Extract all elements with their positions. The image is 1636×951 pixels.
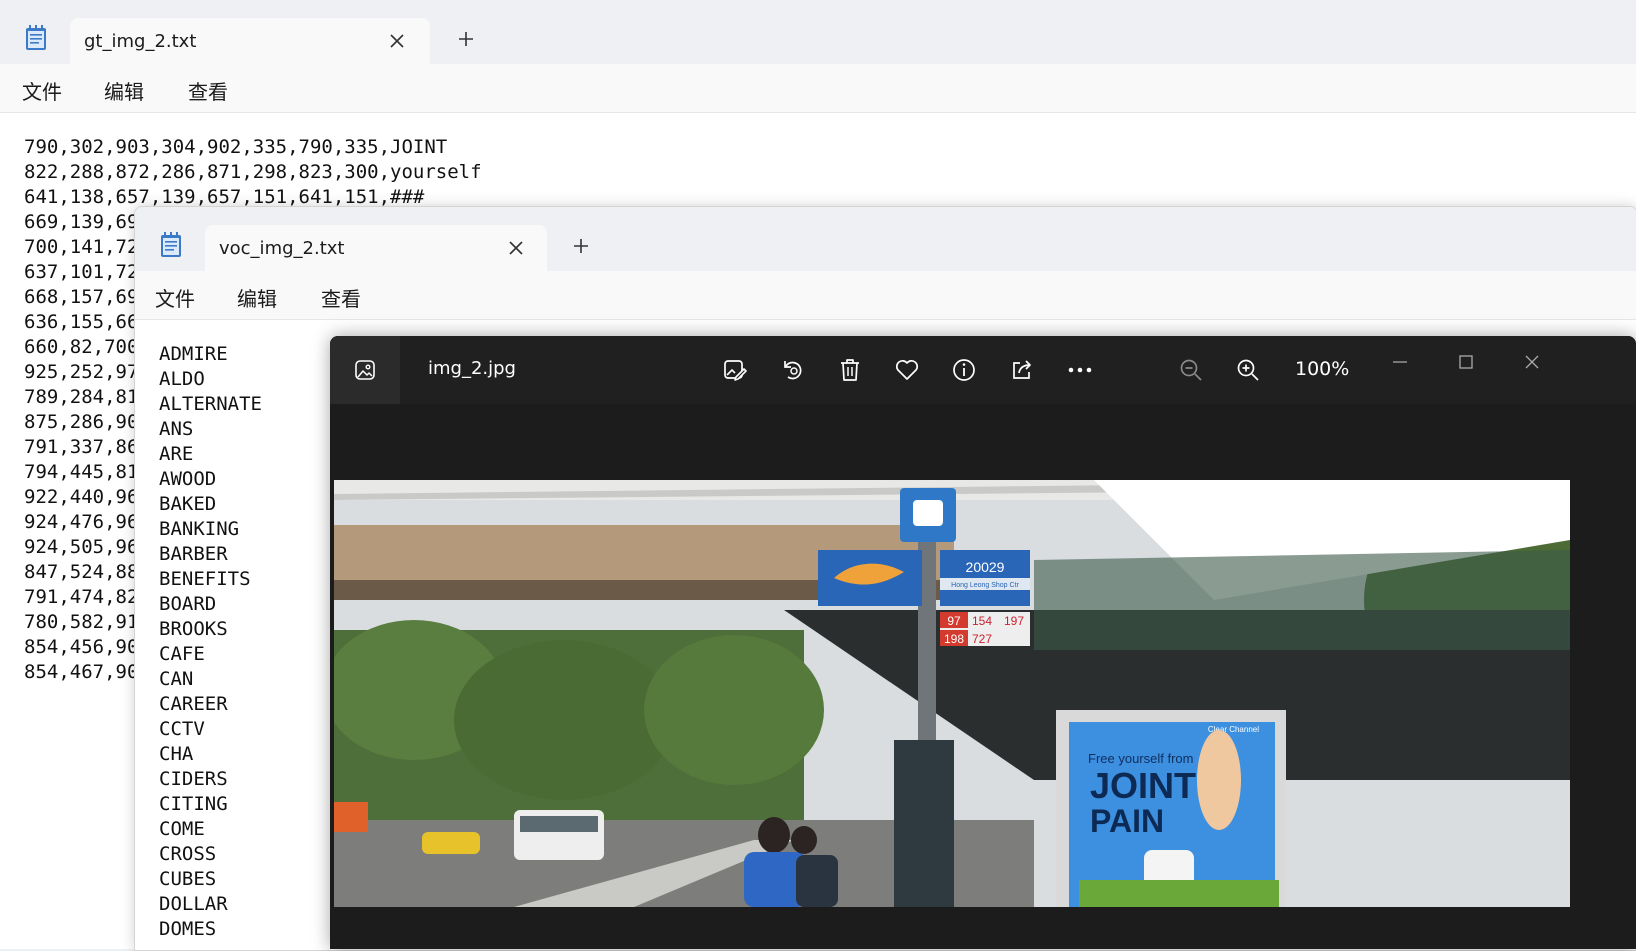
more-icon[interactable] bbox=[1066, 356, 1094, 384]
text-line: CROSS bbox=[159, 843, 217, 865]
text-line: CCTV bbox=[159, 718, 205, 740]
menu-edit[interactable]: 编辑 bbox=[104, 76, 144, 105]
minimize-button[interactable] bbox=[1380, 348, 1420, 376]
text-line: BROOKS bbox=[159, 618, 228, 640]
tab-strip: gt_img_2.txt bbox=[0, 0, 1636, 64]
menu-edit[interactable]: 编辑 bbox=[237, 283, 277, 312]
text-line: DOLLAR bbox=[159, 893, 228, 915]
menu-bar: 文件 编辑 查看 bbox=[135, 271, 1636, 320]
text-line: ARE bbox=[159, 443, 194, 465]
text-line: ANS bbox=[159, 418, 194, 440]
photo[interactable]: 20029 Hong Leong Shop Ctr 97 154 197 198… bbox=[334, 480, 1570, 907]
text-line: 822,288,872,286,871,298,823,300,yourself bbox=[24, 161, 482, 183]
ad-tagline: Free yourself from bbox=[1088, 751, 1193, 766]
tab-strip: voc_img_2.txt bbox=[135, 207, 1636, 271]
zoom-level[interactable]: 100% bbox=[1295, 358, 1349, 380]
text-line: ADMIRE bbox=[159, 343, 228, 365]
text-line: BAKED bbox=[159, 493, 217, 515]
text-line: CAN bbox=[159, 668, 194, 690]
ad-headline-2: PAIN bbox=[1090, 803, 1164, 839]
text-line: COME bbox=[159, 818, 205, 840]
text-line: ALTERNATE bbox=[159, 393, 262, 415]
text-line: DOMES bbox=[159, 918, 217, 940]
photos-title-bar: img_2.jpg 100% bbox=[330, 336, 1636, 404]
text-line: CITING bbox=[159, 793, 228, 815]
text-line: BOARD bbox=[159, 593, 217, 615]
maximize-button[interactable] bbox=[1446, 348, 1486, 376]
zoom-in-icon[interactable] bbox=[1234, 356, 1262, 384]
tab-label: voc_img_2.txt bbox=[219, 238, 345, 259]
text-line: ALDO bbox=[159, 368, 205, 390]
new-tab-button[interactable] bbox=[565, 229, 597, 261]
ad-headline-1: JOINT bbox=[1090, 765, 1196, 806]
menu-view[interactable]: 查看 bbox=[188, 76, 228, 105]
favorite-icon[interactable] bbox=[893, 356, 921, 384]
menu-file[interactable]: 文件 bbox=[22, 76, 62, 105]
text-line: BARBER bbox=[159, 543, 228, 565]
notepad-app-icon bbox=[22, 24, 50, 52]
text-line: CAREER bbox=[159, 693, 228, 715]
text-line: CHA bbox=[159, 743, 194, 765]
tab-gt-img-2[interactable]: gt_img_2.txt bbox=[70, 18, 430, 64]
menu-file[interactable]: 文件 bbox=[155, 283, 195, 312]
notepad-app-icon bbox=[157, 231, 185, 259]
bus-stop-code: 20029 bbox=[966, 559, 1005, 575]
text-line: 790,302,903,304,902,335,790,335,JOINT bbox=[24, 136, 448, 158]
rotate-icon[interactable] bbox=[779, 356, 807, 384]
share-icon[interactable] bbox=[1008, 356, 1036, 384]
close-tab-icon[interactable] bbox=[503, 235, 529, 261]
tab-voc-img-2[interactable]: voc_img_2.txt bbox=[205, 225, 547, 271]
photos-app-icon bbox=[330, 336, 400, 404]
photos-window: img_2.jpg 100% 20029 Hong Leong Shop Ctr… bbox=[330, 336, 1636, 949]
menu-bar: 文件 编辑 查看 bbox=[0, 64, 1636, 113]
route-197: 197 bbox=[1004, 614, 1024, 628]
info-icon[interactable] bbox=[950, 356, 978, 384]
text-line: CUBES bbox=[159, 868, 217, 890]
text-line: CAFE bbox=[159, 643, 205, 665]
close-button[interactable] bbox=[1512, 348, 1552, 376]
image-viewer: 20029 Hong Leong Shop Ctr 97 154 197 198… bbox=[330, 404, 1636, 949]
route-97: 97 bbox=[947, 614, 961, 628]
close-tab-icon[interactable] bbox=[384, 28, 410, 54]
tab-label: gt_img_2.txt bbox=[84, 31, 197, 52]
file-name: img_2.jpg bbox=[428, 358, 516, 379]
route-198: 198 bbox=[944, 632, 964, 646]
menu-view[interactable]: 查看 bbox=[321, 283, 361, 312]
text-content: ADMIRE ALDO ALTERNATE ANS ARE AWOOD BAKE… bbox=[159, 342, 262, 942]
text-line: BENEFITS bbox=[159, 568, 251, 590]
zoom-out-icon[interactable] bbox=[1177, 356, 1205, 384]
text-line: CIDERS bbox=[159, 768, 228, 790]
route-727: 727 bbox=[972, 632, 992, 646]
text-line: AWOOD bbox=[159, 468, 217, 490]
edit-image-icon[interactable] bbox=[721, 356, 749, 384]
bus-stop-name: Hong Leong Shop Ctr bbox=[951, 582, 1019, 589]
new-tab-button[interactable] bbox=[450, 22, 482, 54]
delete-icon[interactable] bbox=[836, 356, 864, 384]
text-line: BANKING bbox=[159, 518, 240, 540]
route-154: 154 bbox=[972, 614, 992, 628]
